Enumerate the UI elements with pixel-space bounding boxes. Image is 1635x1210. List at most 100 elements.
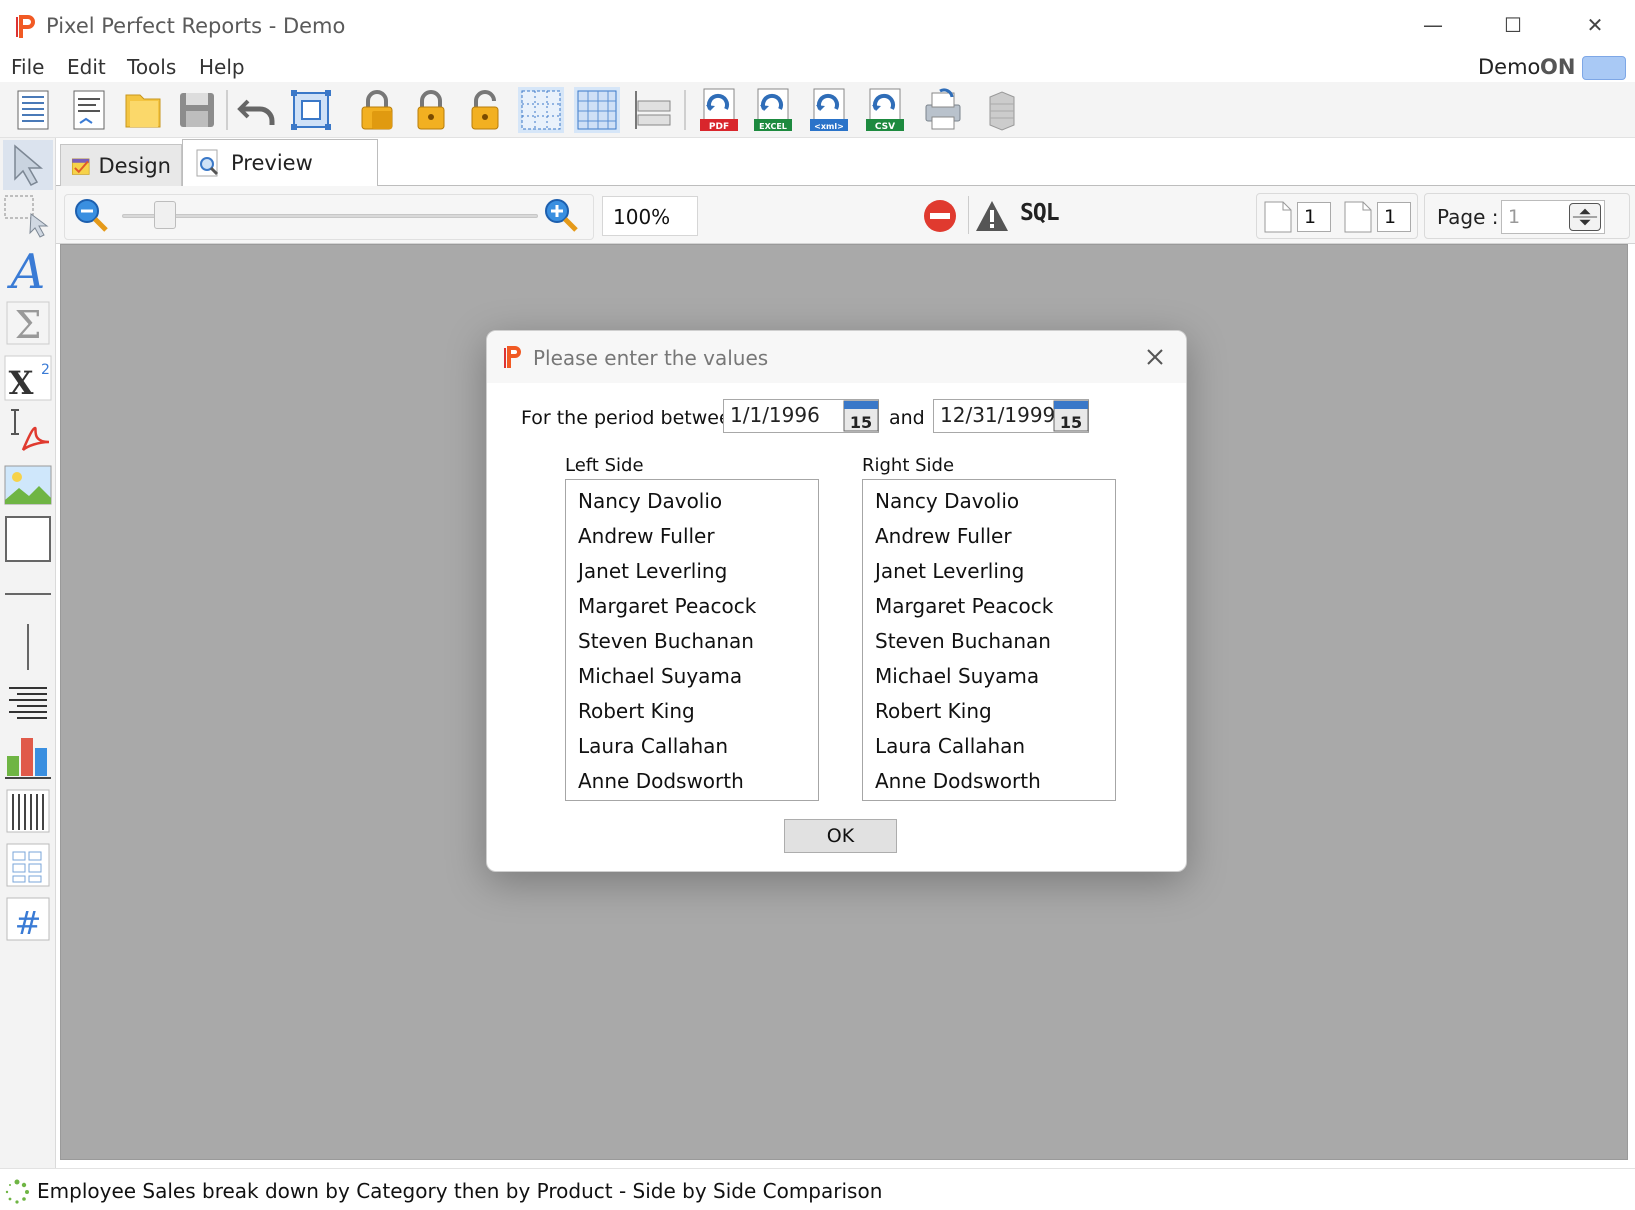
- period-label: For the period between: [521, 407, 743, 429]
- start-calendar-icon[interactable]: 15: [843, 400, 879, 432]
- tool-palette: A Σ X2 #: [0, 138, 56, 1168]
- list-item[interactable]: Andrew Fuller: [578, 519, 818, 554]
- window-title: Pixel Perfect Reports - Demo: [46, 14, 346, 38]
- select-all-button[interactable]: [288, 87, 334, 133]
- lock-all-button[interactable]: [354, 87, 400, 133]
- bar-chart-icon: [5, 738, 51, 779]
- unlock-button[interactable]: [462, 87, 508, 133]
- design-check-icon: [71, 158, 90, 175]
- menu-help[interactable]: Help: [199, 55, 245, 79]
- demo-toggle[interactable]: [1582, 56, 1626, 80]
- open-button[interactable]: [120, 87, 166, 133]
- zoom-slider-thumb[interactable]: [154, 201, 176, 229]
- list-item[interactable]: Margaret Peacock: [578, 589, 818, 624]
- page-spinner-icon[interactable]: [1569, 203, 1601, 231]
- grid-dots-button[interactable]: [518, 87, 564, 133]
- export-pdf-button[interactable]: PDF: [696, 87, 742, 133]
- left-side-label: Left Side: [565, 455, 644, 476]
- lock-button[interactable]: [408, 87, 454, 133]
- close-button[interactable]: ✕: [1572, 8, 1618, 42]
- list-item[interactable]: Anne Dodsworth: [578, 764, 818, 799]
- rectangle-tool[interactable]: [3, 514, 53, 564]
- ok-button[interactable]: OK: [784, 819, 897, 853]
- warning-icon[interactable]: [974, 198, 1010, 234]
- table-tool[interactable]: [3, 840, 53, 890]
- maximize-button[interactable]: ☐: [1490, 8, 1536, 42]
- print-button[interactable]: [920, 87, 966, 133]
- zoom-out-icon[interactable]: [72, 196, 110, 234]
- list-item[interactable]: Nancy Davolio: [578, 484, 818, 519]
- sum-tool[interactable]: Σ: [3, 298, 53, 348]
- export-csv-button[interactable]: CSV: [862, 87, 908, 133]
- main-toolbar: PDF EXCEL <xml> CSV: [0, 82, 1635, 138]
- save-button[interactable]: [174, 87, 220, 133]
- page-navigator: Page : 1: [1424, 193, 1630, 239]
- export-excel-button[interactable]: EXCEL: [750, 87, 796, 133]
- formula-tool[interactable]: X2: [3, 352, 53, 402]
- left-side-list[interactable]: Nancy Davolio Andrew Fuller Janet Leverl…: [565, 479, 819, 801]
- pdf-field-tool[interactable]: [3, 406, 53, 456]
- list-item[interactable]: Michael Suyama: [578, 659, 818, 694]
- right-side-list[interactable]: Nancy Davolio Andrew Fuller Janet Leverl…: [862, 479, 1116, 801]
- page-count-second: 1: [1377, 202, 1411, 232]
- and-label: and: [889, 407, 925, 429]
- loading-spinner-icon: [5, 1179, 29, 1204]
- svg-text:X: X: [9, 364, 34, 402]
- export-xml-button[interactable]: <xml>: [806, 87, 852, 133]
- page-number-tool[interactable]: #: [3, 894, 53, 944]
- image-tool[interactable]: [3, 460, 53, 510]
- stop-icon[interactable]: [922, 198, 958, 234]
- excel-badge-label: EXCEL: [759, 122, 787, 131]
- undo-icon: [237, 99, 275, 125]
- minimize-button[interactable]: —: [1410, 8, 1456, 42]
- report-properties-button[interactable]: [66, 87, 112, 133]
- zoom-in-icon[interactable]: [542, 196, 580, 234]
- align-button[interactable]: [630, 87, 676, 133]
- list-item[interactable]: Andrew Fuller: [875, 519, 1115, 554]
- rich-text-tool[interactable]: [3, 676, 53, 726]
- list-item[interactable]: Laura Callahan: [875, 729, 1115, 764]
- list-item[interactable]: Laura Callahan: [578, 729, 818, 764]
- new-report-button[interactable]: [10, 87, 56, 133]
- menu-tools[interactable]: Tools: [127, 55, 176, 79]
- list-item[interactable]: Margaret Peacock: [875, 589, 1115, 624]
- database-button[interactable]: [980, 87, 1026, 133]
- vertical-line-tool[interactable]: [3, 622, 53, 672]
- menu-edit[interactable]: Edit: [67, 55, 106, 79]
- zoom-slider-track[interactable]: [122, 214, 538, 218]
- list-item[interactable]: Steven Buchanan: [578, 624, 818, 659]
- columns-grid-icon: [6, 789, 50, 833]
- svg-text:2: 2: [41, 362, 50, 378]
- marquee-select-tool[interactable]: [3, 192, 53, 242]
- horizontal-line-tool[interactable]: [3, 568, 53, 618]
- chart-tool[interactable]: [3, 730, 53, 780]
- parameters-dialog: Please enter the values For the period b…: [486, 330, 1187, 872]
- list-item[interactable]: Janet Leverling: [578, 554, 818, 589]
- paragraph-lines-icon: [9, 687, 47, 719]
- undo-button[interactable]: [234, 87, 280, 133]
- tab-design[interactable]: Design: [60, 144, 182, 186]
- list-item[interactable]: Robert King: [578, 694, 818, 729]
- tab-preview[interactable]: Preview: [182, 139, 378, 187]
- crosstab-tool[interactable]: [3, 786, 53, 836]
- xml-badge-label: <xml>: [814, 122, 844, 131]
- status-bar: Employee Sales break down by Category th…: [0, 1168, 1635, 1210]
- text-tool[interactable]: A: [3, 244, 53, 300]
- list-item[interactable]: Robert King: [875, 694, 1115, 729]
- end-calendar-icon[interactable]: 15: [1053, 400, 1089, 432]
- zoom-percent[interactable]: 100%: [602, 196, 698, 236]
- list-item[interactable]: Janet Leverling: [875, 554, 1115, 589]
- list-item[interactable]: Steven Buchanan: [875, 624, 1115, 659]
- dialog-close-icon[interactable]: [1141, 343, 1169, 371]
- list-item[interactable]: Anne Dodsworth: [875, 764, 1115, 799]
- close-icon: ✕: [1586, 13, 1604, 37]
- sql-button[interactable]: SQL: [1020, 200, 1060, 226]
- menu-file[interactable]: File: [11, 55, 44, 79]
- pointer-tool[interactable]: [3, 140, 53, 190]
- list-item[interactable]: Nancy Davolio: [875, 484, 1115, 519]
- start-calendar-day: 15: [850, 413, 872, 432]
- list-item[interactable]: Michael Suyama: [875, 659, 1115, 694]
- grid-lines-button[interactable]: [574, 87, 620, 133]
- hash-icon: #: [6, 897, 50, 942]
- page-count-first: 1: [1297, 202, 1331, 232]
